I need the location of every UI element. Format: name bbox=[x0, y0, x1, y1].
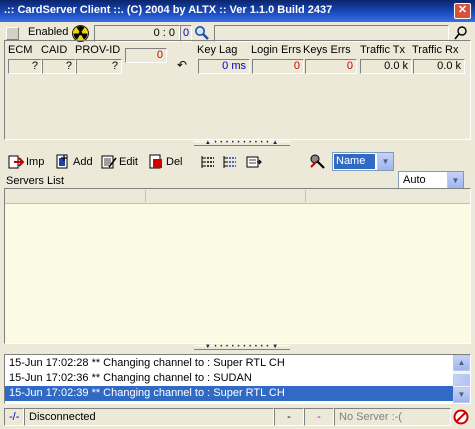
import-icon bbox=[8, 154, 25, 170]
enabled-checkbox[interactable] bbox=[6, 27, 19, 40]
header-traffic-tx: Traffic Tx bbox=[360, 44, 406, 56]
edit-icon bbox=[101, 154, 117, 170]
search-icon[interactable] bbox=[194, 25, 210, 41]
lower-splitter[interactable]: ▼ • • • • • • • • • • ▼ bbox=[4, 344, 471, 351]
edit-button[interactable]: Edit bbox=[101, 153, 138, 171]
status-bar: -/- Disconnected - - No Server :-( bbox=[4, 407, 471, 427]
connection-status: Disconnected bbox=[24, 408, 274, 426]
add-label: Add bbox=[73, 156, 93, 168]
add-button[interactable]: Add bbox=[55, 153, 93, 171]
tree-view-icon[interactable] bbox=[222, 154, 238, 170]
servers-list-header bbox=[5, 189, 470, 204]
title-bar[interactable]: .:: CardServer Client ::. (C) 2004 by AL… bbox=[0, 0, 475, 22]
prov-id-value: ? bbox=[76, 59, 122, 74]
tools-icon[interactable] bbox=[308, 152, 326, 170]
scroll-down-icon[interactable]: ▼ bbox=[453, 387, 470, 403]
upper-splitter[interactable]: ▲ • • • • • • • • • • ▲ bbox=[4, 140, 471, 147]
list-view-icon[interactable] bbox=[200, 154, 216, 170]
log-line[interactable]: 15-Jun 17:02:36 ** Changing channel to :… bbox=[5, 371, 453, 386]
undo-icon[interactable]: ↶ bbox=[177, 59, 191, 73]
disconnect-icon[interactable] bbox=[453, 409, 469, 425]
delete-label: Del bbox=[166, 156, 183, 168]
scroll-up-icon[interactable]: ▲ bbox=[453, 355, 470, 371]
sort-select[interactable]: Name ▼ bbox=[332, 152, 394, 171]
log-list: 15-Jun 17:02:28 ** Changing channel to :… bbox=[5, 356, 453, 401]
chevron-down-icon[interactable]: ▼ bbox=[447, 172, 463, 189]
toolbar: Imp Add Edit Del Name ▼ Auto ▼ bbox=[4, 150, 471, 190]
details-view-icon[interactable] bbox=[246, 154, 262, 170]
header-login-errs: Login Errs bbox=[251, 44, 302, 56]
window-title: .:: CardServer Client ::. (C) 2004 by AL… bbox=[4, 4, 333, 16]
stats-panel: ECM CAID PROV-ID Key Lag Login Errs Keys… bbox=[4, 40, 471, 140]
servers-list[interactable] bbox=[4, 188, 471, 344]
traffic-tx-value: 0.0 k bbox=[360, 59, 412, 74]
delete-button[interactable]: Del bbox=[148, 153, 183, 171]
header-keys-errs: Keys Errs bbox=[303, 44, 351, 56]
delete-icon bbox=[148, 154, 164, 170]
import-button[interactable]: Imp bbox=[8, 153, 44, 171]
mode-select-value: Auto bbox=[403, 174, 426, 186]
caid-value: ? bbox=[42, 59, 76, 74]
column-divider[interactable] bbox=[305, 190, 306, 202]
header-traffic-rx: Traffic Rx bbox=[412, 44, 459, 56]
status-dash-2: - bbox=[304, 408, 334, 426]
import-label: Imp bbox=[26, 156, 45, 168]
header-caid: CAID bbox=[41, 44, 68, 56]
edit-label: Edit bbox=[119, 156, 138, 168]
ecm-value: ? bbox=[8, 59, 42, 74]
header-prov-id: PROV-ID bbox=[75, 44, 121, 56]
header-ecm: ECM bbox=[8, 44, 33, 56]
server-status: No Server :-( bbox=[334, 408, 451, 426]
red-counter-value: 0 bbox=[125, 48, 167, 63]
pin-icon[interactable] bbox=[453, 25, 469, 41]
splitter-grip[interactable]: ▲ • • • • • • • • • • ▲ bbox=[194, 140, 290, 146]
log-scrollbar[interactable]: ▲ ▼ bbox=[453, 355, 470, 403]
login-errs-value: 0 bbox=[252, 59, 304, 74]
servers-list-label: Servers List bbox=[6, 175, 65, 187]
log-panel[interactable]: 15-Jun 17:02:28 ** Changing channel to :… bbox=[4, 354, 471, 404]
header-key-lag: Key Lag bbox=[197, 44, 238, 56]
scroll-thumb[interactable] bbox=[453, 374, 470, 386]
add-icon bbox=[55, 154, 71, 170]
log-line-selected[interactable]: 15-Jun 17:02:39 ** Changing channel to :… bbox=[5, 386, 453, 401]
chevron-down-icon[interactable]: ▼ bbox=[377, 153, 393, 170]
traffic-rx-value: 0.0 k bbox=[413, 59, 465, 74]
key-lag-value: 0 ms bbox=[198, 59, 250, 74]
status-dash-1: - bbox=[274, 408, 304, 426]
column-divider[interactable] bbox=[145, 190, 146, 202]
splitter-grip[interactable]: ▼ • • • • • • • • • • ▼ bbox=[194, 344, 290, 350]
close-button[interactable]: ✕ bbox=[454, 3, 471, 19]
log-line[interactable]: 15-Jun 17:02:28 ** Changing channel to :… bbox=[5, 356, 453, 371]
keys-errs-value: 0 bbox=[305, 59, 357, 74]
sort-select-value: Name bbox=[334, 154, 375, 169]
enabled-label: Enabled bbox=[28, 26, 69, 38]
status-indicator: -/- bbox=[4, 408, 24, 426]
